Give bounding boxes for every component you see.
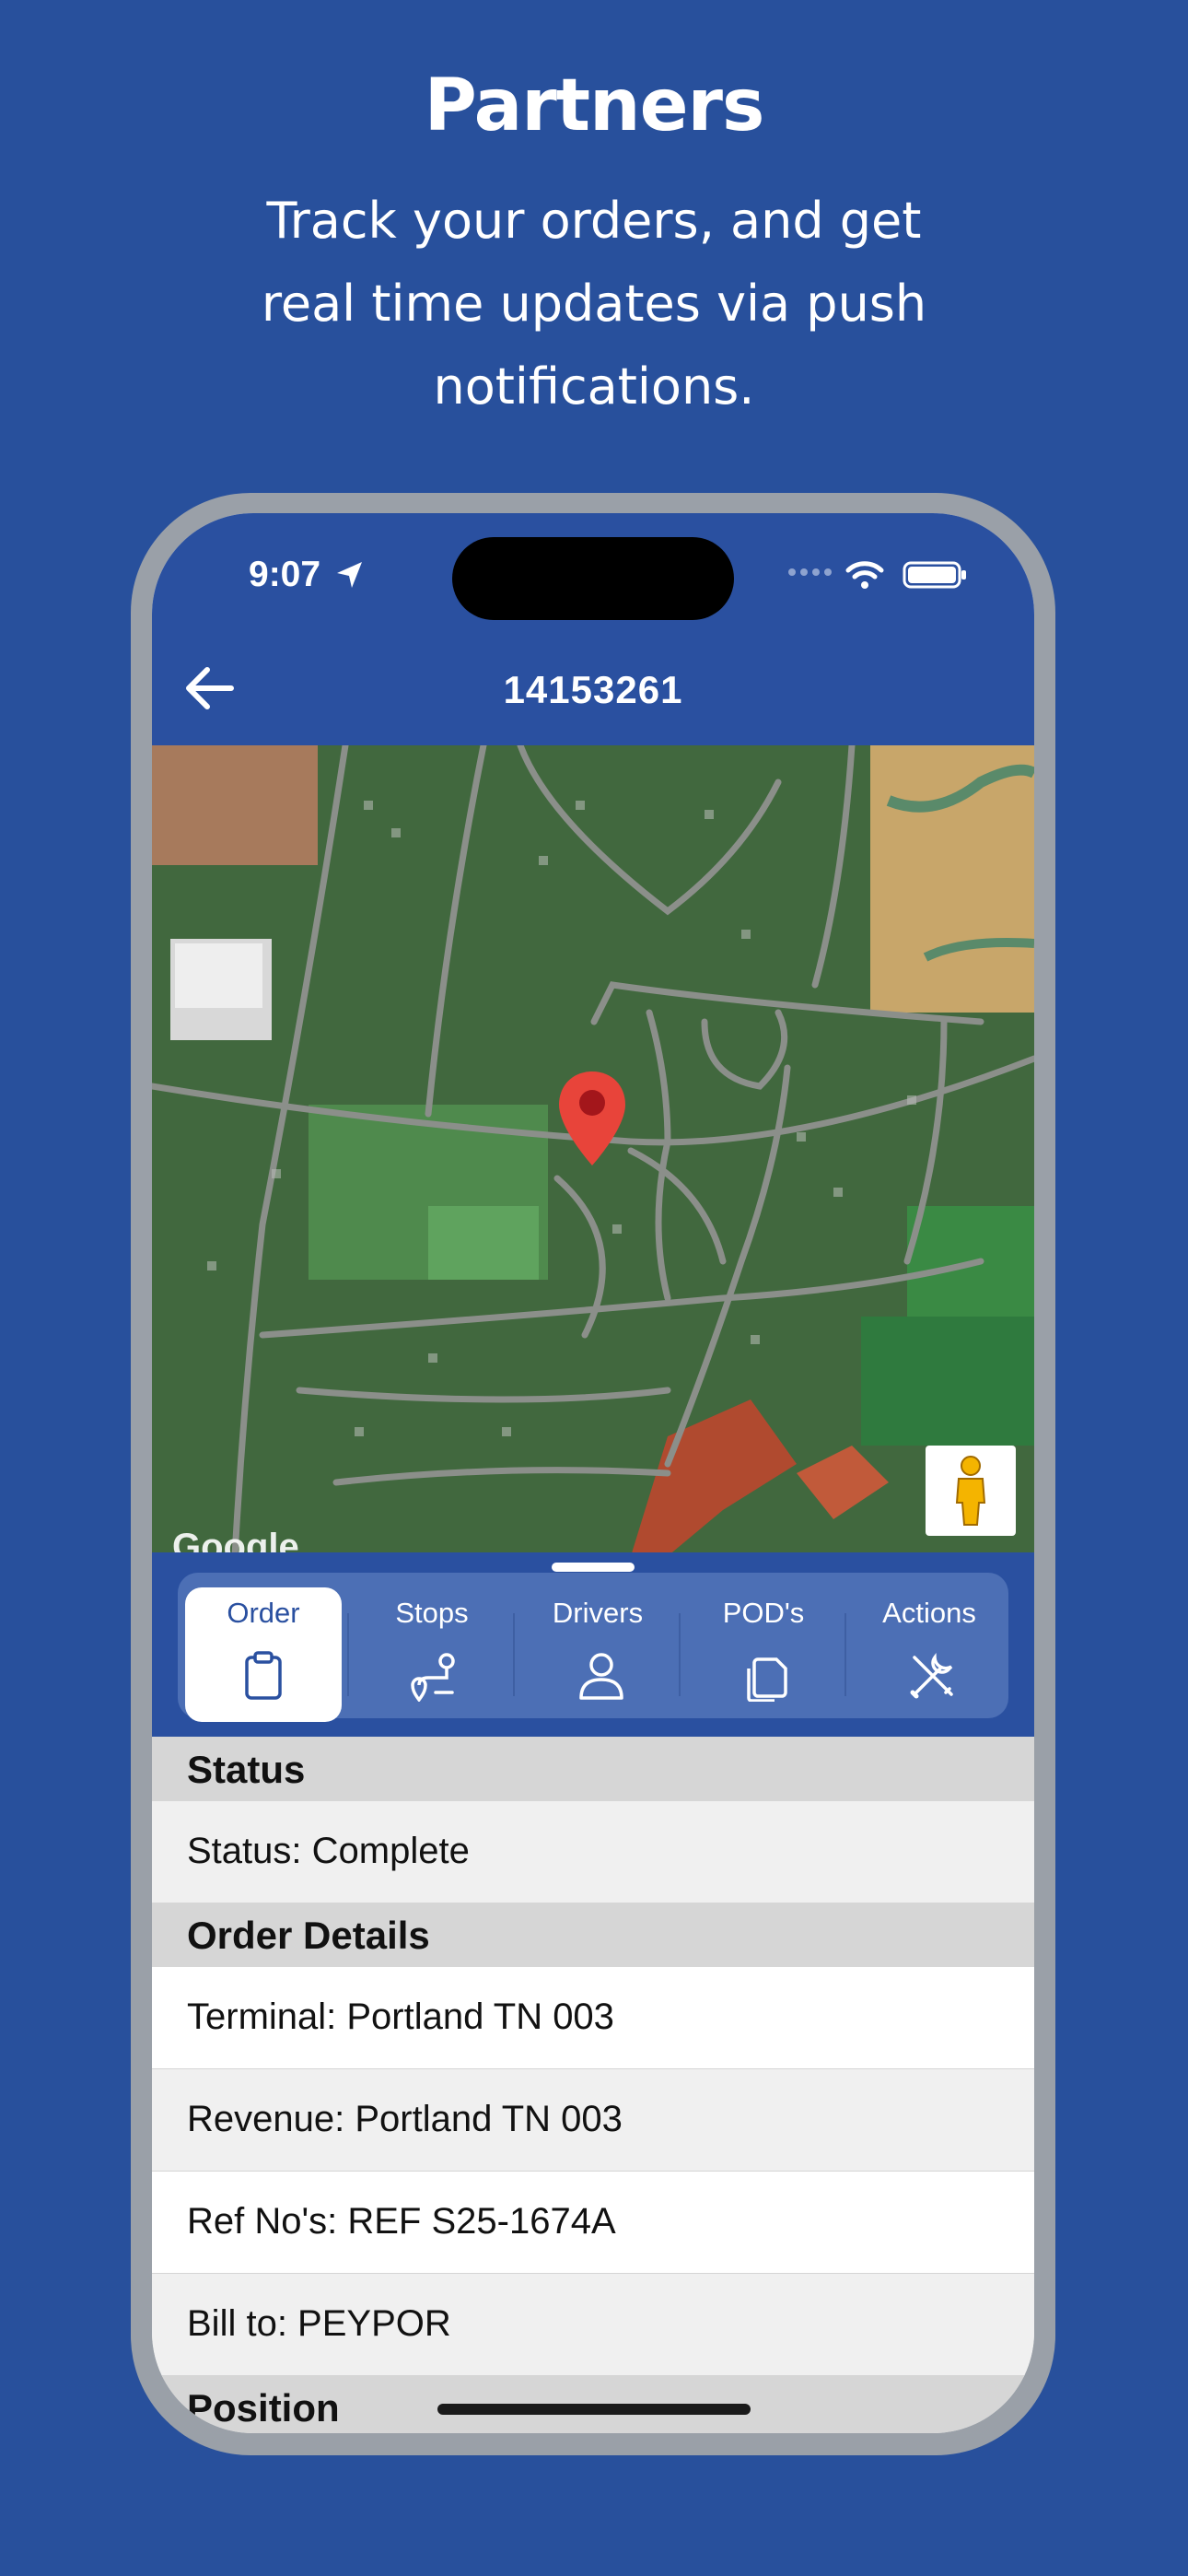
order-number-title: 14153261	[503, 668, 683, 711]
row-text: Ref No's: REF S25-1674A	[187, 2201, 616, 2242]
section-title: Order Details	[187, 1914, 430, 1957]
detail-row-bill-to: Bill to: PEYPOR	[152, 2274, 1034, 2377]
tab-order[interactable]: Order	[185, 1587, 342, 1722]
tab-pods[interactable]: POD's	[681, 1573, 846, 1718]
satellite-map[interactable]	[152, 745, 1034, 1556]
app-screen: 9:07 14153261 Google Order Stops Drivers…	[152, 513, 1034, 2433]
dynamic-island	[452, 537, 734, 620]
row-text: Status: Complete	[187, 1831, 470, 1871]
promo-subline: Track your orders, and get real time upd…	[261, 192, 927, 416]
section-header-order-details: Order Details	[152, 1903, 1034, 1967]
detail-row-status: Status: Complete	[152, 1801, 1034, 1904]
row-text: Bill to: PEYPOR	[187, 2303, 451, 2344]
detail-row-revenue: Revenue: Portland TN 003	[152, 2069, 1034, 2172]
location-arrow-icon	[337, 562, 362, 588]
documents-icon	[747, 1657, 787, 1702]
wifi-icon	[845, 561, 884, 589]
tab-drivers[interactable]: Drivers	[515, 1573, 681, 1718]
street-view-button[interactable]	[926, 1446, 1016, 1536]
tab-actions-label: Actions	[882, 1597, 976, 1629]
section-title: Status	[187, 1748, 306, 1791]
promo-headline: Partners	[424, 64, 765, 147]
route-icon	[411, 1653, 455, 1702]
home-indicator[interactable]	[437, 2404, 751, 2415]
tools-icon	[910, 1652, 953, 1699]
detail-row-ref-nos: Ref No's: REF S25-1674A	[152, 2172, 1034, 2275]
section-title: Position	[187, 2386, 340, 2430]
tab-stops[interactable]: Stops	[349, 1573, 515, 1718]
tab-order-label: Order	[227, 1597, 300, 1629]
street-view-pegman-icon	[955, 1456, 986, 1526]
detail-row-terminal: Terminal: Portland TN 003	[152, 1967, 1034, 2070]
person-icon	[579, 1653, 623, 1700]
tab-stops-label: Stops	[395, 1597, 469, 1629]
map-pin-icon[interactable]	[555, 1068, 629, 1169]
segment-tabbar: Order Stops Drivers POD's Actions	[178, 1573, 1008, 1722]
tab-pods-label: POD's	[722, 1597, 805, 1629]
status-time: 9:07	[249, 555, 321, 594]
clipboard-icon	[245, 1651, 282, 1700]
section-header-status: Status	[152, 1737, 1034, 1801]
row-text: Terminal: Portland TN 003	[187, 1996, 614, 2037]
tab-actions[interactable]: Actions	[846, 1573, 1012, 1718]
sheet-grabber[interactable]	[552, 1563, 635, 1572]
row-text: Revenue: Portland TN 003	[187, 2099, 623, 2139]
tab-drivers-label: Drivers	[552, 1597, 644, 1629]
cellular-signal-icon	[788, 568, 832, 576]
battery-icon	[903, 561, 966, 589]
